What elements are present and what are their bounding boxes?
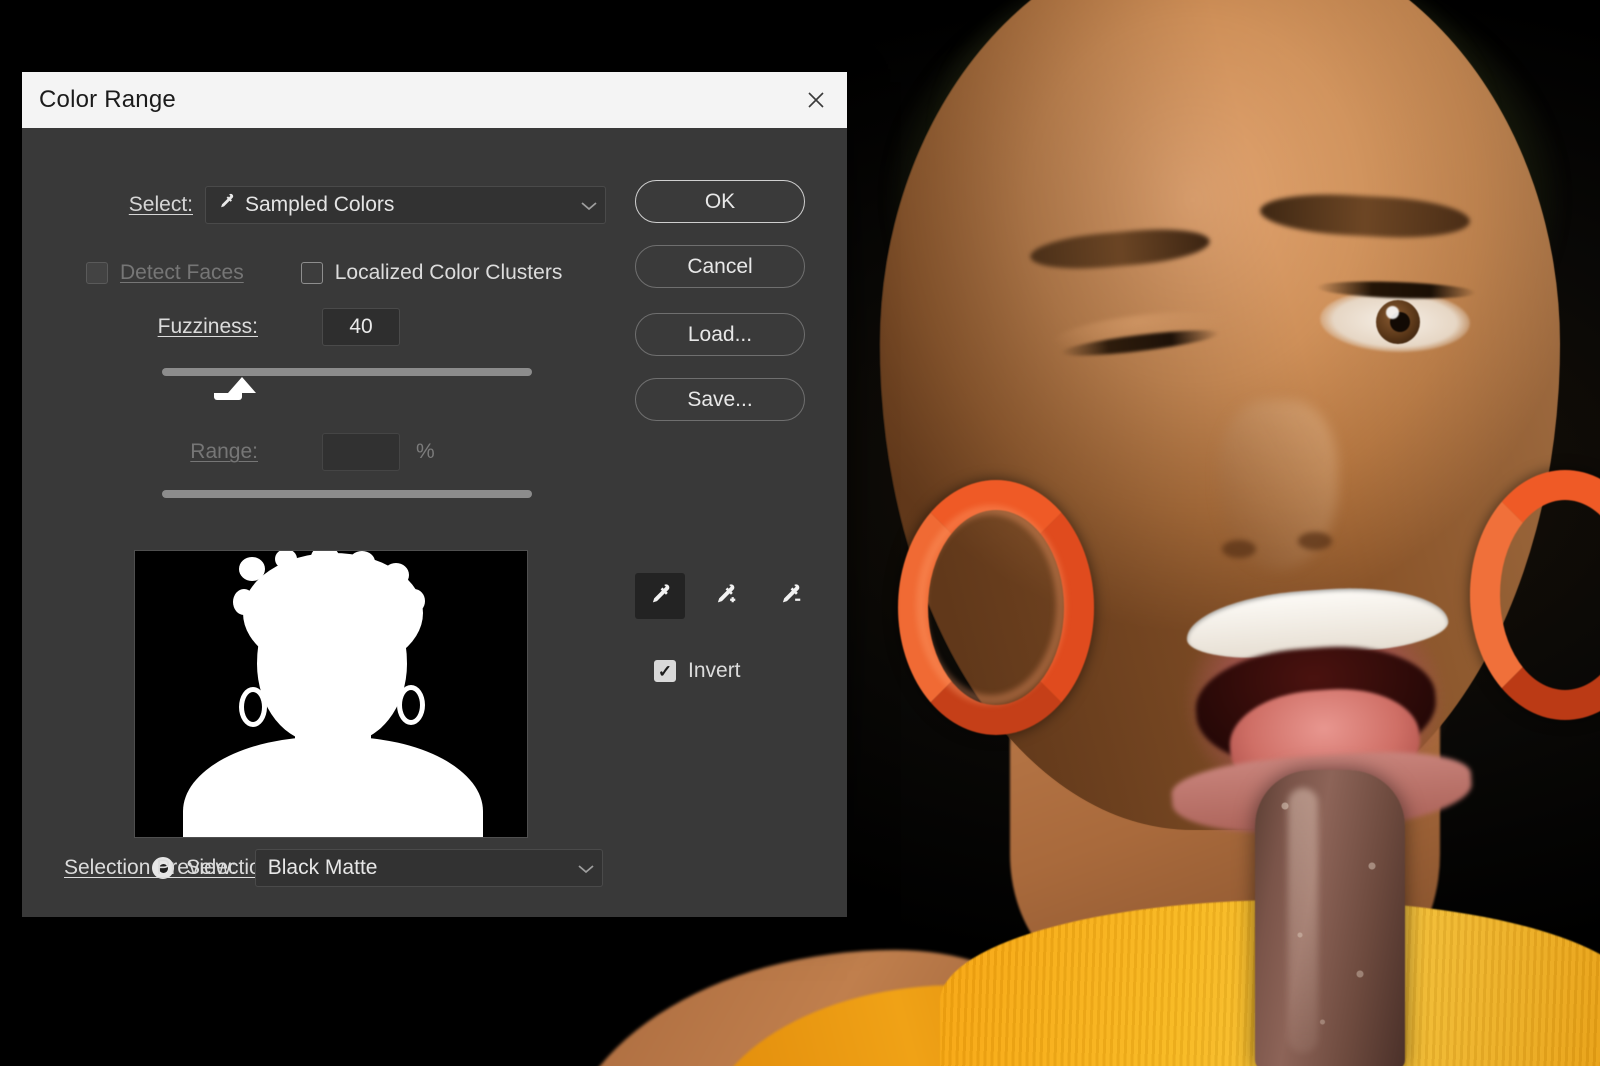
- fuzziness-slider-track: [162, 368, 532, 376]
- range-label: Range:: [22, 440, 258, 464]
- localized-color-clusters-checkbox[interactable]: Localized Color Clusters: [300, 261, 563, 285]
- preview-hair-tuft: [383, 563, 409, 587]
- preview-hair-tuft: [239, 557, 265, 581]
- eyedropper-tool-button[interactable]: [635, 573, 685, 619]
- checkmark-icon: ✓: [657, 661, 673, 681]
- dialog-body: Select: Sampled Colors Detect Faces Loca…: [22, 128, 847, 917]
- range-input: [322, 433, 400, 471]
- preview-silhouette-earring-left: [239, 687, 267, 727]
- photo-nostril-right: [1298, 532, 1332, 550]
- fuzziness-input[interactable]: 40: [322, 308, 400, 346]
- invert-checkbox-box[interactable]: ✓: [654, 660, 676, 682]
- detect-faces-box: [86, 262, 108, 284]
- preview-hair-tuft: [275, 551, 297, 569]
- range-percent-label: %: [416, 440, 435, 463]
- select-dropdown[interactable]: Sampled Colors: [205, 186, 606, 224]
- invert-checkbox[interactable]: ✓ Invert: [654, 659, 741, 683]
- screenshot-canvas: Color Range Select: Sampled Colors Detec…: [0, 0, 1600, 1066]
- detect-faces-label: Detect Faces: [120, 261, 244, 284]
- selection-preview-label: Selection Preview:: [64, 856, 237, 880]
- selection-preview-thumbnail[interactable]: [134, 550, 528, 838]
- load-button[interactable]: Load...: [635, 313, 805, 356]
- fuzziness-label: Fuzziness:: [22, 315, 258, 339]
- detect-faces-checkbox: Detect Faces: [86, 261, 244, 285]
- save-button[interactable]: Save...: [635, 378, 805, 421]
- range-label-text: Range:: [190, 440, 258, 463]
- preview-hair-tuft: [403, 589, 425, 613]
- select-label-text: Select:: [128, 193, 193, 216]
- eyedropper-tool-group: [635, 573, 815, 619]
- range-slider: [162, 490, 532, 500]
- select-label: Select:: [22, 193, 205, 217]
- close-icon[interactable]: [785, 72, 847, 128]
- preview-silhouette-body: [183, 737, 483, 837]
- range-slider-track: [162, 490, 532, 498]
- photo-nostril-left: [1222, 540, 1256, 558]
- photo-popsicle-specks: [1255, 770, 1405, 1066]
- fuzziness-slider-thumb[interactable]: [228, 377, 256, 393]
- selection-preview-dropdown[interactable]: Black Matte: [254, 849, 603, 887]
- color-range-dialog: Color Range Select: Sampled Colors Detec…: [22, 72, 847, 917]
- fuzziness-slider-thumb-base: [214, 393, 242, 400]
- select-value: Sampled Colors: [245, 193, 395, 216]
- fuzziness-label-text: Fuzziness:: [157, 315, 258, 338]
- preview-hair-tuft: [233, 589, 255, 615]
- photo-eye-glint: [1386, 306, 1399, 319]
- eyedropper-add-tool-button[interactable]: [700, 573, 750, 619]
- preview-silhouette-earring-right: [397, 685, 425, 725]
- eyedropper-icon: [216, 192, 236, 218]
- chevron-down-icon: [581, 193, 597, 217]
- cancel-button[interactable]: Cancel: [635, 245, 805, 288]
- photo-earring-left-gloss: [916, 505, 1066, 705]
- localized-color-clusters-box[interactable]: [300, 262, 323, 284]
- fuzziness-value: 40: [349, 315, 373, 338]
- selection-preview-row: Selection Preview: Black Matte: [22, 849, 847, 887]
- selection-preview-label-text: Selection Preview:: [64, 856, 237, 879]
- selection-preview-value: Black Matte: [267, 856, 378, 879]
- eyedropper-subtract-tool-button[interactable]: [765, 573, 815, 619]
- localized-color-clusters-label: Localized Color Clusters: [334, 261, 563, 284]
- dialog-titlebar: Color Range: [22, 72, 847, 128]
- ok-button[interactable]: OK: [635, 180, 805, 223]
- dialog-button-column: OK Cancel Load... Save...: [635, 180, 805, 443]
- fuzziness-slider[interactable]: [162, 368, 532, 408]
- chevron-down-icon: [578, 856, 594, 880]
- invert-label: Invert: [688, 659, 741, 682]
- dialog-title: Color Range: [39, 86, 176, 113]
